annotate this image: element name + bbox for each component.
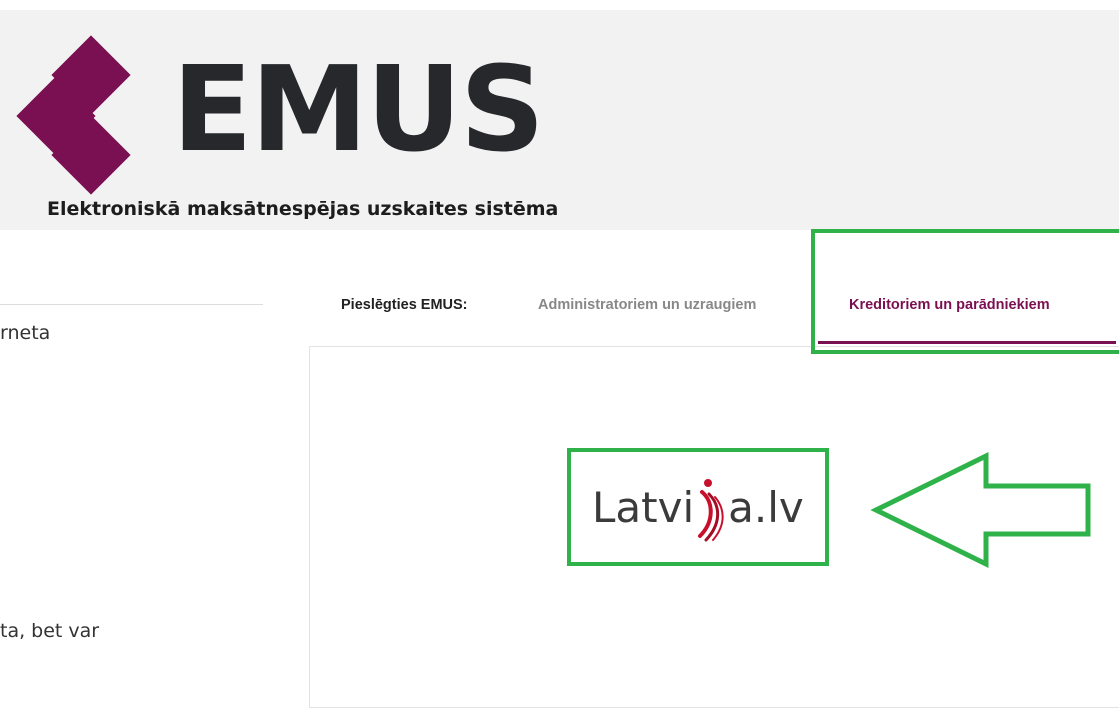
site-header: EMUS Elektroniskā maksātnespējas uzskait… xyxy=(0,10,1119,230)
tab-highlight-box xyxy=(811,229,1119,354)
logo-highlight-box xyxy=(567,448,829,566)
site-tagline: Elektroniskā maksātnespējas uzskaites si… xyxy=(47,198,559,220)
brand-name: EMUS xyxy=(172,40,545,178)
left-text-line-1: rneta xyxy=(0,322,51,344)
left-text-line-2: ta, bet var xyxy=(0,620,100,642)
left-arrow-outline-icon xyxy=(870,452,1091,569)
left-divider xyxy=(0,304,263,305)
tab-administrators[interactable]: Administratoriem un uzraugiem xyxy=(538,297,756,313)
login-label: Pieslēgties EMUS: xyxy=(341,297,468,313)
emus-logo-icon xyxy=(16,35,152,200)
